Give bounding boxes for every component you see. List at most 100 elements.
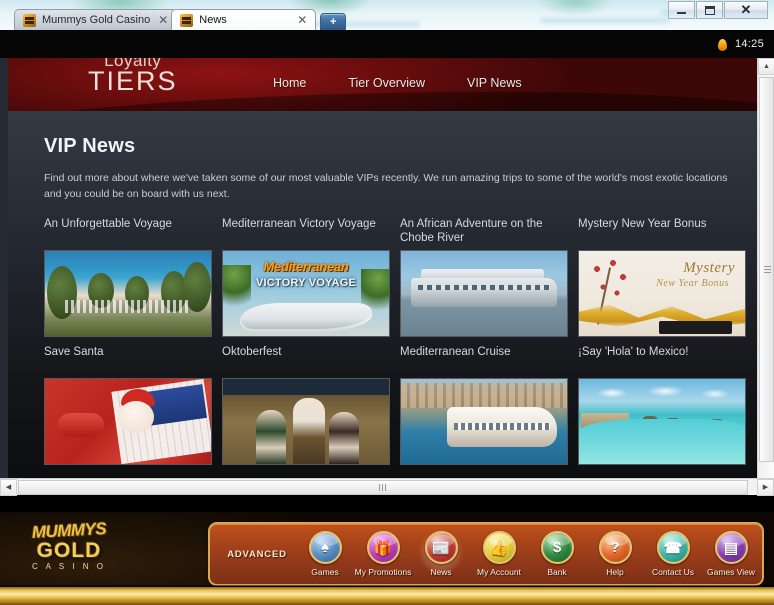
article-title: An African Adventure on the Chobe River bbox=[400, 217, 543, 244]
question-icon: ? bbox=[598, 531, 632, 564]
toolbar-items: ♠ Games 🎁 My Promotions 📰 News 👍 My Acco… bbox=[296, 529, 760, 577]
loyalty-tiers-logo: Loyalty TIERS bbox=[88, 58, 178, 95]
article-card[interactable]: An Unforgettable Voyage bbox=[44, 217, 212, 337]
nav-item-tier-overview[interactable]: Tier Overview bbox=[348, 76, 425, 90]
scroll-right-button[interactable]: ▶ bbox=[757, 478, 774, 496]
casino-logo-line-2: GOLD bbox=[36, 539, 102, 562]
article-card[interactable]: An African Adventure on the Chobe River bbox=[400, 217, 568, 337]
site-header: Loyalty TIERS Home Tier Overview VIP New… bbox=[8, 58, 758, 111]
toolbar-label: My Promotions bbox=[354, 567, 412, 577]
status-bar: 14:25 bbox=[0, 30, 774, 58]
vertical-scrollbar[interactable]: ▲ ▼ bbox=[757, 58, 774, 495]
toolbar-item-bank[interactable]: $ Bank bbox=[528, 531, 586, 577]
tab-strip: Mummys Gold Casino ✕ News ✕ + bbox=[0, 9, 347, 30]
article-title: Mystery New Year Bonus bbox=[578, 217, 707, 230]
article-card[interactable]: Mystery New Year Bonus Mystery New Year … bbox=[578, 217, 746, 337]
banner-subtitle: New Year Bonus bbox=[656, 277, 729, 289]
gold-strip bbox=[0, 587, 774, 605]
games-view-icon: ▤ bbox=[714, 531, 748, 564]
nav-item-home[interactable]: Home bbox=[273, 76, 306, 90]
nav-item-vip-news[interactable]: VIP News bbox=[467, 76, 522, 90]
vertical-scroll-thumb[interactable] bbox=[759, 77, 774, 462]
toolbar-item-my-account[interactable]: 👍 My Account bbox=[470, 531, 528, 577]
article-title: An Unforgettable Voyage bbox=[44, 217, 172, 230]
article-thumbnail[interactable] bbox=[44, 377, 212, 465]
new-tab-button[interactable]: + bbox=[320, 13, 347, 30]
page-viewport: Loyalty TIERS Home Tier Overview VIP New… bbox=[0, 58, 774, 495]
logo-line-2: TIERS bbox=[88, 66, 178, 96]
main-navigation: Home Tier Overview VIP News bbox=[273, 76, 522, 90]
tab-close-icon[interactable]: ✕ bbox=[295, 13, 309, 27]
favicon-icon bbox=[23, 13, 36, 27]
toolbar-item-games-view[interactable]: ▤ Games View bbox=[702, 531, 760, 577]
tab-title: Mummys Gold Casino bbox=[42, 14, 151, 26]
minimize-button[interactable] bbox=[668, 1, 695, 19]
article-title: Mediterranean Victory Voyage bbox=[222, 217, 376, 230]
favicon-icon bbox=[180, 13, 194, 27]
window-controls: ✕ bbox=[668, 1, 768, 19]
horizontal-scrollbar[interactable]: ◀ ▶ bbox=[0, 478, 774, 496]
article-card[interactable]: Mediterranean Victory Voyage Mediterrane… bbox=[222, 217, 390, 337]
article-thumbnail[interactable] bbox=[222, 377, 390, 465]
close-button[interactable]: ✕ bbox=[724, 1, 768, 19]
toolbar-item-my-promotions[interactable]: 🎁 My Promotions bbox=[354, 531, 412, 577]
article-thumbnail[interactable] bbox=[400, 377, 568, 465]
toolbar-label: Games View bbox=[706, 567, 756, 577]
cards-icon: ♠ bbox=[308, 531, 342, 564]
toolbar-label: News bbox=[430, 567, 452, 577]
article-card[interactable]: Oktoberfest bbox=[222, 345, 390, 465]
article-grid: An Unforgettable Voyage Mediterranean Vi… bbox=[44, 217, 746, 465]
article-title: ¡Say 'Hola' to Mexico! bbox=[578, 345, 689, 358]
horizontal-scroll-thumb[interactable] bbox=[18, 480, 748, 495]
toolbar-item-news[interactable]: 📰 News bbox=[412, 529, 470, 577]
article-thumbnail[interactable]: Mystery New Year Bonus bbox=[578, 249, 746, 337]
page-intro: Find out more about where we've taken so… bbox=[44, 172, 728, 201]
newspaper-icon: 📰 bbox=[424, 531, 458, 564]
toolbar-label: Contact Us bbox=[651, 567, 695, 577]
window-titlebar: ✕ Mummys Gold Casino ✕ News ✕ + bbox=[0, 0, 774, 30]
toolbar-label: Games bbox=[311, 567, 339, 577]
casino-logo-line-1: MUMMYS bbox=[31, 519, 107, 542]
dollar-icon: $ bbox=[540, 531, 574, 564]
casino-footer: MUMMYS GOLD C A S I N O ADVANCED ♠ Games… bbox=[0, 512, 774, 605]
toolbar-item-help[interactable]: ? Help bbox=[586, 531, 644, 577]
article-thumbnail[interactable] bbox=[578, 377, 746, 465]
casino-toolbar: ADVANCED ♠ Games 🎁 My Promotions 📰 News … bbox=[208, 522, 764, 586]
scroll-left-button[interactable]: ◀ bbox=[0, 478, 17, 496]
logo-line-1: Loyalty bbox=[104, 58, 162, 70]
article-card[interactable]: Save Santa bbox=[44, 345, 212, 465]
banner-title: Mystery bbox=[683, 259, 735, 276]
article-card[interactable]: ¡Say 'Hola' to Mexico! bbox=[578, 345, 746, 465]
thumbs-up-icon: 👍 bbox=[482, 531, 516, 564]
telephone-icon: ☎ bbox=[656, 531, 690, 564]
banner-subtitle: VICTORY VOYAGE bbox=[255, 276, 356, 289]
casino-logo[interactable]: MUMMYS GOLD C A S I N O bbox=[10, 519, 128, 584]
toolbar-item-contact-us[interactable]: ☎ Contact Us bbox=[644, 531, 702, 577]
article-title: Oktoberfest bbox=[222, 345, 282, 358]
article-thumbnail[interactable] bbox=[400, 249, 568, 337]
article-card[interactable]: Mediterranean Cruise bbox=[400, 345, 568, 465]
toolbar-label: Bank bbox=[547, 567, 567, 577]
browser-window: ✕ Mummys Gold Casino ✕ News ✕ + 14:25 Lo… bbox=[0, 0, 774, 605]
page-content: VIP News Find out more about where we've… bbox=[8, 111, 758, 478]
flame-icon bbox=[716, 37, 729, 52]
article-thumbnail[interactable] bbox=[44, 249, 212, 337]
article-thumbnail[interactable]: Mediterranean VICTORY VOYAGE bbox=[222, 249, 390, 337]
toolbar-item-games[interactable]: ♠ Games bbox=[296, 531, 354, 577]
article-title: Mediterranean Cruise bbox=[400, 345, 511, 358]
banner-title: Mediterranean bbox=[263, 258, 349, 274]
tab-mummys-gold-casino[interactable]: Mummys Gold Casino ✕ bbox=[14, 9, 178, 30]
article-row: An Unforgettable Voyage Mediterranean Vi… bbox=[44, 217, 746, 337]
gift-icon: 🎁 bbox=[366, 531, 400, 564]
tab-news[interactable]: News ✕ bbox=[171, 9, 317, 30]
tab-close-icon[interactable]: ✕ bbox=[156, 13, 170, 27]
article-row: Save Santa Oktoberfest Mediterranean Cru… bbox=[44, 345, 746, 465]
toolbar-label: Help bbox=[606, 567, 624, 577]
tab-title: News bbox=[199, 14, 227, 26]
page-title: VIP News bbox=[44, 135, 136, 157]
maximize-button[interactable] bbox=[696, 1, 723, 19]
scroll-up-button[interactable]: ▲ bbox=[758, 58, 774, 75]
clock: 14:25 bbox=[734, 38, 764, 50]
toolbar-label: My Account bbox=[477, 567, 521, 577]
advanced-label: ADVANCED bbox=[227, 548, 287, 560]
